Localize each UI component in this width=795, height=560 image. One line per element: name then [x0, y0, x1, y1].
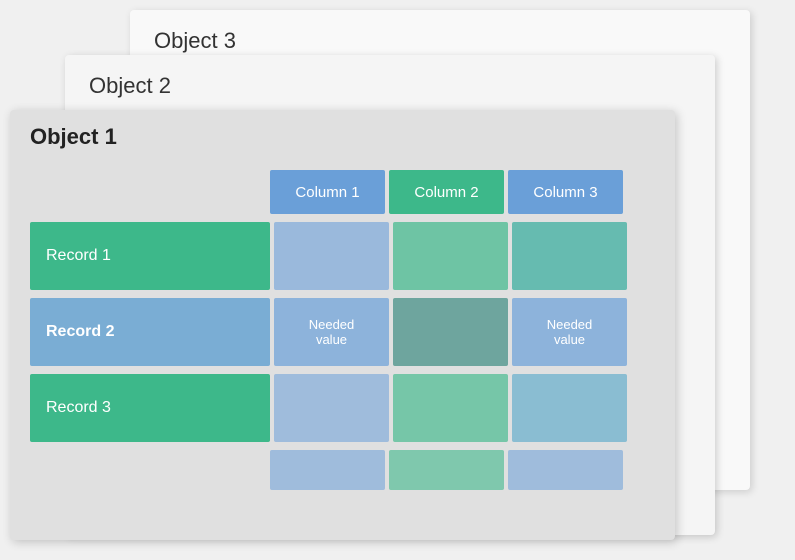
column-header-3: Column 3 [508, 170, 623, 214]
record3-cell3 [512, 374, 627, 442]
record1-cell2 [393, 222, 508, 290]
column-header-1: Column 1 [270, 170, 385, 214]
column-header-2: Column 2 [389, 170, 504, 214]
record2-cell2 [393, 298, 508, 366]
record1-cell1 [274, 222, 389, 290]
record1-cells [274, 222, 627, 290]
record3-cell2 [393, 374, 508, 442]
table-area: Column 1 Column 2 Column 3 Record 1 [30, 170, 655, 520]
object1-card: Object 1 Column 1 Column 2 Column 3 Reco… [10, 110, 675, 540]
table-row: Record 3 [30, 374, 655, 442]
bottom-partial-cells [270, 450, 648, 490]
table-row: Record 1 [30, 222, 655, 290]
column-header-row: Column 1 Column 2 Column 3 [270, 170, 650, 214]
bottom-cell-1 [270, 450, 385, 490]
record2-cells: Neededvalue Neededvalue [274, 298, 627, 366]
record3-cell1 [274, 374, 389, 442]
table-row: Record 2 Neededvalue Neededvalue [30, 298, 655, 366]
record1-label: Record 1 [30, 222, 270, 290]
object1-title: Object 1 [10, 110, 675, 160]
bottom-cell-2 [389, 450, 504, 490]
records-area: Record 1 Record 2 Neededvalue Neededvalu… [30, 222, 655, 520]
record3-cells [274, 374, 627, 442]
record1-cell3 [512, 222, 627, 290]
record2-label: Record 2 [30, 298, 270, 366]
record3-label: Record 3 [30, 374, 270, 442]
record2-cell3: Neededvalue [512, 298, 627, 366]
record2-cell1: Neededvalue [274, 298, 389, 366]
object2-title: Object 2 [65, 55, 715, 117]
bottom-cell-3 [508, 450, 623, 490]
